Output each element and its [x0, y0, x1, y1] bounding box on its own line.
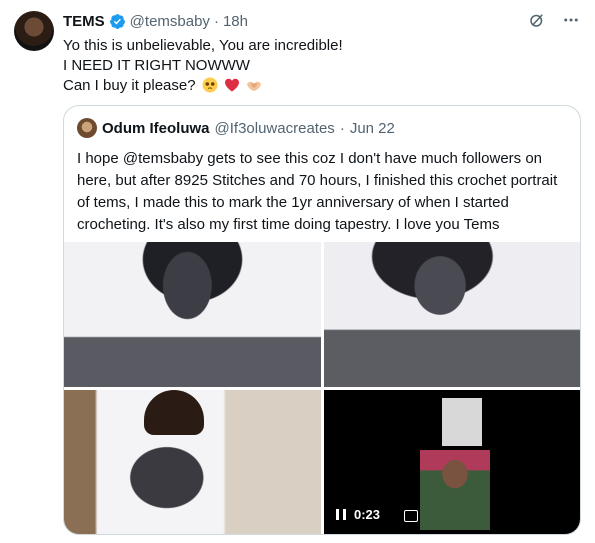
author-avatar[interactable]: [14, 11, 54, 51]
tweet-actions: [527, 10, 581, 30]
video-duration: 0:23: [354, 507, 381, 522]
quoted-tweet-text: I hope @temsbaby gets to see this coz I …: [77, 150, 558, 233]
crochet-portrait-photo-1[interactable]: [64, 242, 321, 387]
quoted-author-name[interactable]: Odum Ifeoluwa: [102, 120, 210, 137]
video-player[interactable]: 0:23: [324, 390, 580, 534]
verified-badge-icon: [109, 13, 125, 29]
crochet-portrait-photo-2[interactable]: [324, 242, 580, 387]
tweet-line-with-emojis: Can I buy it please?: [63, 76, 343, 96]
tweet-line: Yo this is unbelievable, You are incredi…: [63, 37, 343, 54]
closed-captions-icon[interactable]: [404, 510, 418, 522]
tweet-text: Yo this is unbelievable, You are incredi…: [63, 36, 343, 96]
author-name[interactable]: TEMS: [63, 13, 105, 30]
grok-icon[interactable]: [527, 10, 547, 30]
tweet-header: TEMS @temsbaby · 18h: [63, 11, 248, 31]
pause-icon[interactable]: [336, 509, 346, 520]
quoted-author-avatar[interactable]: [77, 118, 97, 138]
crochet-portrait-photo-3[interactable]: [64, 390, 321, 534]
video-frame-person: [420, 450, 490, 530]
author-handle[interactable]: @temsbaby: [130, 13, 210, 30]
tweet-line: I NEED IT RIGHT NOWWW: [63, 57, 250, 74]
quoted-tweet[interactable]: Odum Ifeoluwa @If3oluwacreates · Jun 22 …: [63, 105, 581, 535]
more-options-icon[interactable]: [561, 10, 581, 30]
quoted-author-handle[interactable]: @If3oluwacreates: [215, 120, 335, 137]
quoted-tweet-date[interactable]: Jun 22: [350, 120, 395, 137]
tweet-line: Can I buy it please?: [63, 77, 196, 94]
video-frame-inset: [442, 398, 482, 446]
pleading-face-icon: [202, 77, 218, 93]
separator-dot: ·: [339, 119, 345, 137]
hand-heart-icon: [247, 81, 262, 91]
media-grid: 0:23: [64, 242, 580, 534]
tweet-time[interactable]: 18h: [223, 13, 248, 30]
quoted-tweet-header: Odum Ifeoluwa @If3oluwacreates · Jun 22: [77, 118, 395, 138]
red-heart-icon: [224, 78, 239, 92]
video-controls: 0:23: [336, 507, 380, 522]
separator-dot: ·: [213, 12, 219, 30]
